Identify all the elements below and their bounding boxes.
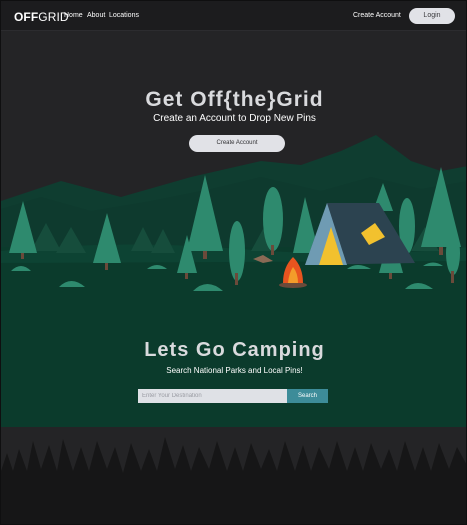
foreground-forest [1,437,466,524]
nav-locations[interactable]: Locations [109,12,139,19]
nav-home[interactable]: Home [64,12,83,19]
camping-illustration [1,135,466,524]
top-navbar: OFFGRID Home About Locations Create Acco… [1,1,466,31]
search-button[interactable]: Search [287,389,328,403]
login-button[interactable]: Login [409,8,455,24]
create-account-button[interactable]: Create Account [189,135,285,152]
camping-title: Lets Go Camping [144,339,325,361]
logo-bold: OFF [14,10,39,24]
camping-subtitle: Search National Parks and Local Pins! [166,366,303,375]
nav-about[interactable]: About [87,12,105,19]
destination-search-input[interactable] [138,389,287,403]
nav-create-account[interactable]: Create Account [353,12,401,19]
hero-subtitle: Create an Account to Drop New Pins [153,113,316,124]
logo[interactable]: OFFGRID [14,10,69,24]
page: OFFGRID Home About Locations Create Acco… [0,0,467,525]
hero-title: Get Off{the}Grid [145,88,324,111]
